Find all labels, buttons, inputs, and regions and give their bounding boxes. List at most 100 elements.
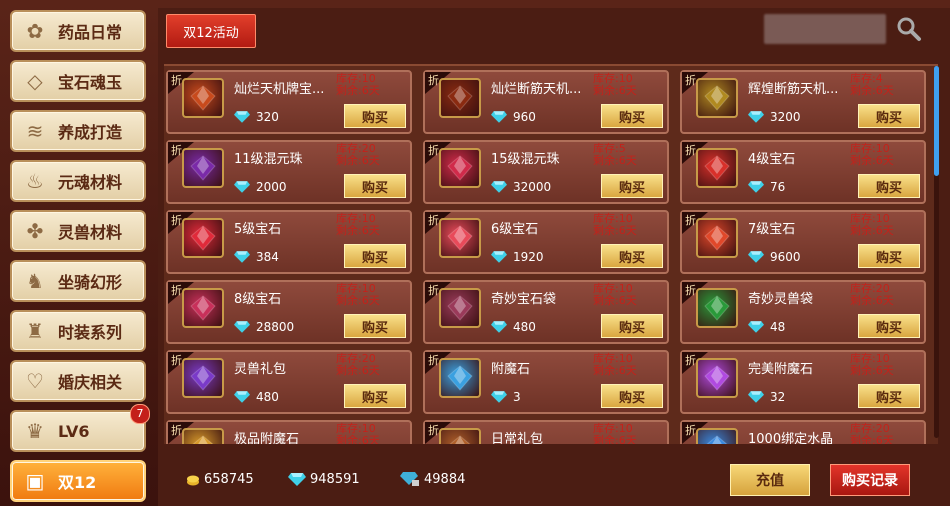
shop-item-card[interactable]: 折 5级宝石 库存:10 剩余:6天 384 购买 [166,210,412,274]
sidebar-item-1[interactable]: ◇ 宝石魂玉 [10,60,146,102]
buy-button[interactable]: 购买 [601,174,663,198]
item-artwork-icon [190,295,216,321]
diamond-icon [748,321,764,333]
discount-label: 折 [428,424,439,437]
search-input[interactable] [764,14,886,44]
shop-item-card[interactable]: 折奇妙灵兽袋 库存:20 剩余:6天 48 购买 [680,280,926,344]
buy-button[interactable]: 购买 [344,174,406,198]
shop-item-card[interactable]: 折灿烂天机牌宝... 库存:10 剩余:6天 320 购买 [166,70,412,134]
item-stock-info: 库存:10 剩余:6天 [593,213,637,237]
notification-badge: 7 [130,404,150,424]
buy-button[interactable]: 购买 [858,314,920,338]
item-stock-info: 库存:10 剩余:6天 [593,423,637,445]
shop-item-card[interactable]: 折附魔石 库存:10 剩余:6天 3 购买 [423,350,669,414]
item-stock-info: 库存:10 剩余:6天 [850,353,894,377]
sidebar-item-5[interactable]: ♞ 坐骑幻形 [10,260,146,302]
item-name: 奇妙宝石袋 [491,292,557,307]
shop-item-card[interactable]: 折完美附魔石 库存:10 剩余:6天 32 购买 [680,350,926,414]
bottom-bar: 658745 948591 49884 充值 购买记录 [158,454,950,506]
item-stock-info: 库存:10 剩余:6天 [850,213,894,237]
item-remaining-days: 剩余:6天 [336,224,380,237]
buy-button[interactable]: 购买 [858,244,920,268]
diamond-icon [491,391,507,403]
diamond-icon [748,111,764,123]
sidebar-item-8[interactable]: ♛ LV6 7 [10,404,150,452]
item-name: 4级宝石 [748,152,796,167]
item-artwork-icon [447,295,473,321]
shop-item-card[interactable]: 折灵兽礼包 库存:20 剩余:6天 480 购买 [166,350,412,414]
item-price: 28800 [234,320,294,334]
buy-button[interactable]: 购买 [344,104,406,128]
shop-item-card[interactable]: 折日常礼包库存:10剩余:6天购买 [423,420,669,444]
sidebar-item-0[interactable]: ✿ 药品日常 [10,10,146,52]
item-name: 日常礼包 [491,432,544,444]
shop-item-card[interactable]: 折 11级混元珠 库存:20 剩余:6天 2000 购买 [166,140,412,204]
buy-button[interactable]: 购买 [858,104,920,128]
shop-item-card[interactable]: 折 7级宝石 库存:10 剩余:6天 9600 购买 [680,210,926,274]
gold-amount: 658745 [204,472,254,487]
shop-item-card[interactable]: 折 6级宝石 库存:10 剩余:6天 1920 购买 [423,210,669,274]
item-remaining-days: 剩余:6天 [850,224,894,237]
wings-icon: ≋ [26,119,44,143]
discount-label: 折 [685,214,696,227]
search-icon[interactable] [896,16,922,42]
sidebar-item-label: 婚庆相关 [58,373,123,392]
item-remaining-days: 剩余:6天 [850,434,894,445]
tab-double12-event[interactable]: 双12活动 [166,14,256,48]
gift-icon: ▣ [25,469,45,493]
diamond-icon [491,181,507,193]
item-artwork-icon [190,155,216,181]
discount-label: 折 [685,424,696,437]
diamond-icon [748,251,764,263]
shop-item-card[interactable]: 折辉煌断筋天机... 库存:4 剩余:6天 3200 购买 [680,70,926,134]
crown-icon: ♛ [26,419,44,443]
diamond-icon [491,251,507,263]
item-stock-info: 库存:10 剩余:6天 [593,283,637,307]
buy-button[interactable]: 购买 [344,314,406,338]
item-stock-info: 库存:20 剩余:6天 [336,353,380,377]
shop-item-card[interactable]: 折 4级宝石 库存:10 剩余:6天 76 购买 [680,140,926,204]
buy-button[interactable]: 购买 [858,384,920,408]
item-remaining-days: 剩余:6天 [593,294,637,307]
item-price-value: 9600 [770,250,801,264]
buy-button[interactable]: 购买 [601,314,663,338]
item-price-value: 76 [770,180,786,194]
shop-item-card[interactable]: 折1000绑定水晶库存:20剩余:6天购买 [680,420,926,444]
buy-button[interactable]: 购买 [601,384,663,408]
item-artwork-icon [704,85,730,111]
diamond-icon [288,473,306,486]
item-icon [696,78,738,118]
sidebar-item-4[interactable]: ✤ 灵兽材料 [10,210,146,252]
purchase-record-button[interactable]: 购买记录 [830,464,910,496]
scrollbar-thumb[interactable] [934,66,939,176]
sidebar-item-9[interactable]: ▣ 双12 [10,460,146,502]
item-remaining-days: 剩余:6天 [850,364,894,377]
buy-button[interactable]: 购买 [601,104,663,128]
shop-item-card[interactable]: 折奇妙宝石袋 库存:10 剩余:6天 480 购买 [423,280,669,344]
buy-button[interactable]: 购买 [858,174,920,198]
scrollbar[interactable] [934,66,939,438]
sidebar-item-3[interactable]: ♨ 元魂材料 [10,160,146,202]
item-grid[interactable]: 折灿烂天机牌宝... 库存:10 剩余:6天 320 购买折灿烂断筋天机... 库存:10… [164,64,938,444]
item-artwork-icon [706,435,728,444]
shop-item-card[interactable]: 折灿烂断筋天机... 库存:10 剩余:6天 960 购买 [423,70,669,134]
shop-item-card[interactable]: 折 15级混元珠 库存:5 剩余:6天 32000 购买 [423,140,669,204]
item-name: 5级宝石 [234,222,282,237]
buy-button[interactable]: 购买 [344,244,406,268]
item-icon [439,288,481,328]
shop-item-card[interactable]: 折 8级宝石 库存:10 剩余:6天 28800 购买 [166,280,412,344]
item-name: 辉煌断筋天机... [748,82,839,97]
cauldron-icon: ♨ [26,169,44,193]
item-icon [696,218,738,258]
discount-label: 折 [428,354,439,367]
recharge-button[interactable]: 充值 [730,464,810,496]
buy-button[interactable]: 购买 [601,244,663,268]
sidebar-item-7[interactable]: ♡ 婚庆相关 [10,360,146,402]
buy-button[interactable]: 购买 [344,384,406,408]
sidebar-item-6[interactable]: ♜ 时装系列 [10,310,146,352]
sidebar-item-2[interactable]: ≋ 养成打造 [10,110,146,152]
item-price: 2000 [234,180,287,194]
discount-label: 折 [428,74,439,87]
item-price-value: 28800 [256,320,295,334]
shop-item-card[interactable]: 折极品附魔石库存:10剩余:6天购买 [166,420,412,444]
